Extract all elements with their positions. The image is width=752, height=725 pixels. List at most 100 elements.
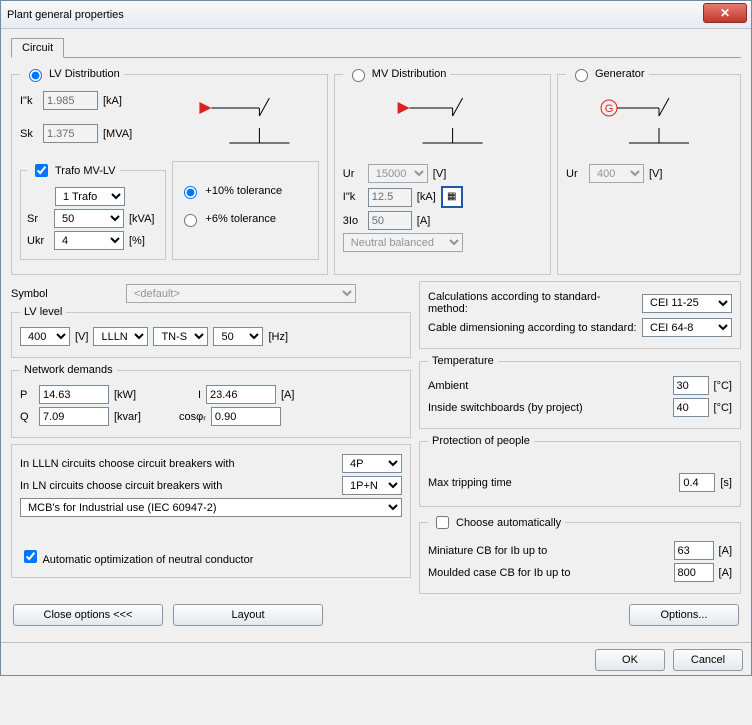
cancel-button[interactable]: Cancel xyxy=(673,649,743,671)
group-breakers: In LLLN circuits choose circuit breakers… xyxy=(11,444,411,578)
trafo-count-select[interactable]: 1 Trafo xyxy=(55,187,125,206)
mv-3io-unit: [A] xyxy=(417,215,430,227)
mini-cb-input[interactable] xyxy=(674,541,714,560)
lv-symbol-icon xyxy=(180,88,319,158)
lv-earth-select[interactable]: TN-S xyxy=(153,327,208,346)
i-input[interactable] xyxy=(206,385,276,404)
sr-unit: [kVA] xyxy=(129,213,154,225)
calc-method-select[interactable]: CEI 11-25 xyxy=(642,294,732,313)
p-unit: [kW] xyxy=(114,389,136,401)
mv-ur-unit: [V] xyxy=(433,168,446,180)
mini-cb-unit: [A] xyxy=(719,545,732,557)
ln-breaker-label: In LN circuits choose circuit breakers w… xyxy=(20,480,337,492)
options-button[interactable]: Options... xyxy=(629,604,739,626)
radio-generator[interactable] xyxy=(575,69,588,82)
titlebar: Plant general properties ✕ xyxy=(1,1,751,29)
temperature-legend: Temperature xyxy=(428,355,498,367)
radio-mv-distribution[interactable] xyxy=(352,69,365,82)
tol10-label: +10% tolerance xyxy=(205,185,282,197)
mv-3io-label: 3Io xyxy=(343,215,363,227)
ln-breaker-select[interactable]: 1P+N xyxy=(342,476,402,495)
trip-time-label: Max tripping time xyxy=(428,477,674,489)
ik-unit: [kA] xyxy=(103,95,122,107)
network-demands-legend: Network demands xyxy=(20,364,117,376)
lv-freq-unit: [Hz] xyxy=(268,331,288,343)
trafo-label: Trafo MV-LV xyxy=(55,165,116,177)
lv-freq-select[interactable]: 50 xyxy=(213,327,263,346)
mould-cb-input[interactable] xyxy=(674,563,714,582)
llln-breaker-label: In LLLN circuits choose circuit breakers… xyxy=(20,458,337,470)
group-lv-level: LV level 400 [V] LLLN TN-S 50 [Hz] xyxy=(11,306,411,358)
radio-tol-10[interactable] xyxy=(184,186,197,199)
calculator-icon[interactable]: ▦ xyxy=(441,186,463,208)
trip-time-unit: [s] xyxy=(720,477,732,489)
switchboard-temp-unit: [°C] xyxy=(714,402,732,414)
trafo-checkbox[interactable] xyxy=(35,164,48,177)
window-title: Plant general properties xyxy=(7,9,124,21)
close-options-button[interactable]: Close options <<< xyxy=(13,604,163,626)
group-temperature: Temperature Ambient [°C] Inside switchbo… xyxy=(419,355,741,429)
radio-tol-6[interactable] xyxy=(184,214,197,227)
mould-cb-unit: [A] xyxy=(719,567,732,579)
llln-breaker-select[interactable]: 4P xyxy=(342,454,402,473)
radio-lv-distribution[interactable] xyxy=(29,69,42,82)
mould-cb-label: Moulded case CB for Ib up to xyxy=(428,567,669,579)
gen-ur-unit: [V] xyxy=(649,168,662,180)
cable-standard-label: Cable dimensioning according to standard… xyxy=(428,322,637,334)
protection-legend: Protection of people xyxy=(428,435,534,447)
lv-voltage-unit: [V] xyxy=(75,331,88,343)
mv-neutral-select: Neutral balanced xyxy=(343,233,463,252)
choose-auto-checkbox[interactable] xyxy=(436,516,449,529)
mv-symbol-icon xyxy=(343,88,542,158)
auto-neutral-checkbox[interactable] xyxy=(24,550,37,563)
ik-input xyxy=(43,91,98,110)
gen-ur-label: Ur xyxy=(566,168,584,180)
lv-level-legend: LV level xyxy=(20,306,66,318)
group-generator: Generator G Ur 400 [V] xyxy=(557,66,741,275)
p-label: P xyxy=(20,389,34,401)
ukr-unit: [%] xyxy=(129,235,145,247)
group-auto-cb: Choose automatically Miniature CB for Ib… xyxy=(419,513,741,594)
tab-circuit[interactable]: Circuit xyxy=(11,38,64,58)
cosphi-input[interactable] xyxy=(211,407,281,426)
mcb-type-select[interactable]: MCB's for Industrial use (IEC 60947-2) xyxy=(20,498,402,517)
i-unit: [A] xyxy=(281,389,294,401)
switchboard-temp-input[interactable] xyxy=(673,398,709,417)
svg-text:G: G xyxy=(605,103,614,115)
p-input[interactable] xyxy=(39,385,109,404)
q-label: Q xyxy=(20,411,34,423)
q-input[interactable] xyxy=(39,407,109,426)
group-trafo: Trafo MV-LV 1 Trafo Sr 50 [kVA] Ukr 4 xyxy=(20,161,166,260)
window-close-button[interactable]: ✕ xyxy=(703,3,747,23)
group-protection: Protection of people Max tripping time [… xyxy=(419,435,741,507)
layout-button[interactable]: Layout xyxy=(173,604,323,626)
lv-voltage-select[interactable]: 400 xyxy=(20,327,70,346)
ambient-input[interactable] xyxy=(673,376,709,395)
dialog-window: Plant general properties ✕ Circuit LV Di… xyxy=(0,0,752,676)
sr-select[interactable]: 50 xyxy=(54,209,124,228)
mini-cb-label: Miniature CB for Ib up to xyxy=(428,545,669,557)
sk-label: Sk xyxy=(20,128,38,140)
sk-unit: [MVA] xyxy=(103,128,132,140)
symbol-select: <default> xyxy=(126,284,356,303)
ukr-label: Ukr xyxy=(27,235,49,247)
trip-time-input[interactable] xyxy=(679,473,715,492)
mv-3io-input xyxy=(368,211,412,230)
sk-input xyxy=(43,124,98,143)
symbol-label: Symbol xyxy=(11,288,121,300)
cosphi-label: cosφᵣ xyxy=(146,411,206,423)
mv-ur-select: 15000 xyxy=(368,164,428,183)
mv-distribution-label: MV Distribution xyxy=(372,68,447,80)
auto-neutral-label: Automatic optimization of neutral conduc… xyxy=(42,554,253,566)
ok-button[interactable]: OK xyxy=(595,649,665,671)
lv-phase-select[interactable]: LLLN xyxy=(93,327,148,346)
calc-method-label: Calculations according to standard-metho… xyxy=(428,291,637,315)
ukr-select[interactable]: 4 xyxy=(54,231,124,250)
sr-label: Sr xyxy=(27,213,49,225)
i-label: I xyxy=(141,389,201,401)
group-lv-distribution: LV Distribution I"k [kA] Sk [MVA] xyxy=(11,66,328,275)
tol6-label: +6% tolerance xyxy=(205,213,276,225)
mv-ik-input xyxy=(368,188,412,207)
switchboard-temp-label: Inside switchboards (by project) xyxy=(428,402,668,414)
cable-standard-select[interactable]: CEI 64-8 xyxy=(642,318,732,337)
